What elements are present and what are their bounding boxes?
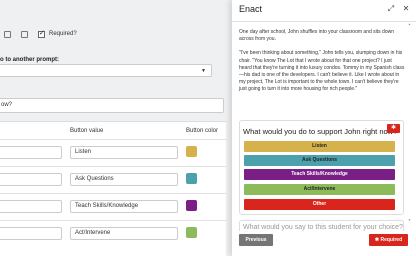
option-button-teach-skills[interactable]: Teach Skills/Knowledge (244, 169, 395, 180)
maximize-icon[interactable]: ⤢ (387, 5, 395, 13)
option-button-act-intervene[interactable]: Act/Intervene (244, 184, 395, 195)
option-button-listen[interactable]: Listen (244, 141, 395, 152)
button-color-swatch[interactable] (186, 227, 197, 238)
required-flag-icon: ✱ (387, 124, 400, 133)
required-button-label: Required (380, 237, 403, 243)
goto-prompt-label: o to another prompt: (0, 57, 59, 63)
scroll-down-icon[interactable]: ▼ (408, 218, 411, 222)
question-input[interactable]: ow? (0, 98, 224, 113)
scenario-text: One day after school, John shuffles into… (239, 29, 405, 101)
column-header-value: Button value (70, 128, 104, 134)
required-button[interactable]: ✱ Required (369, 234, 408, 246)
button-color-swatch[interactable] (186, 173, 197, 184)
column-header-color: Button color (186, 128, 219, 134)
button-color-swatch[interactable] (186, 146, 197, 157)
required-label: Required? (49, 31, 77, 37)
modal-footer: Previous ✱ Required (232, 231, 416, 256)
question-title: What would you do to support John right … (243, 127, 398, 136)
row-key-input[interactable] (0, 146, 62, 159)
scenario-paragraph: One day after school, John shuffles into… (239, 29, 394, 43)
table-row: Listen (0, 139, 226, 166)
modal-title: Enact (239, 4, 263, 14)
option-button-other[interactable]: Other (244, 199, 395, 210)
table-row: Act/Intervene (0, 220, 226, 247)
scroll-up-icon[interactable]: ▲ (408, 22, 411, 26)
modal-controls: ⤢ ✕ (387, 5, 410, 13)
row-key-input[interactable] (0, 173, 62, 186)
table-row: Ask Questions (0, 166, 226, 193)
buttons-table: Button value Button color Listen Ask Que… (0, 121, 226, 256)
button-value-input[interactable]: Teach Skills/Knowledge (70, 200, 178, 213)
goto-prompt-select[interactable]: ▼ (0, 64, 212, 77)
question-card: What would you do to support John right … (239, 120, 404, 215)
button-color-swatch[interactable] (186, 200, 197, 211)
row-key-input[interactable] (0, 200, 62, 213)
chevron-down-icon: ▼ (201, 68, 206, 74)
enact-modal: Enact ⤢ ✕ One day after school, John shu… (232, 0, 416, 256)
button-value-input[interactable]: Listen (70, 146, 178, 159)
scenario-paragraph: "I've been thinking about something," Jo… (239, 50, 405, 93)
button-value-input[interactable]: Ask Questions (70, 173, 178, 186)
duplicate-icon[interactable] (21, 30, 28, 38)
modal-divider (232, 21, 416, 22)
option-button-ask-questions[interactable]: Ask Questions (244, 155, 395, 166)
close-icon[interactable]: ✕ (402, 5, 410, 13)
button-value-input[interactable]: Act/Intervene (70, 227, 178, 240)
table-row: Teach Skills/Knowledge (0, 193, 226, 220)
previous-button[interactable]: Previous (239, 234, 273, 246)
question-2-title: What would you say to this student for y… (243, 224, 403, 231)
required-checkbox[interactable] (38, 29, 45, 38)
row-key-input[interactable] (0, 227, 62, 240)
copy-icon[interactable] (4, 30, 11, 38)
editor-toolbar: Required? (0, 26, 240, 42)
modal-scrollbar[interactable]: ▲ ▼ (408, 22, 412, 222)
